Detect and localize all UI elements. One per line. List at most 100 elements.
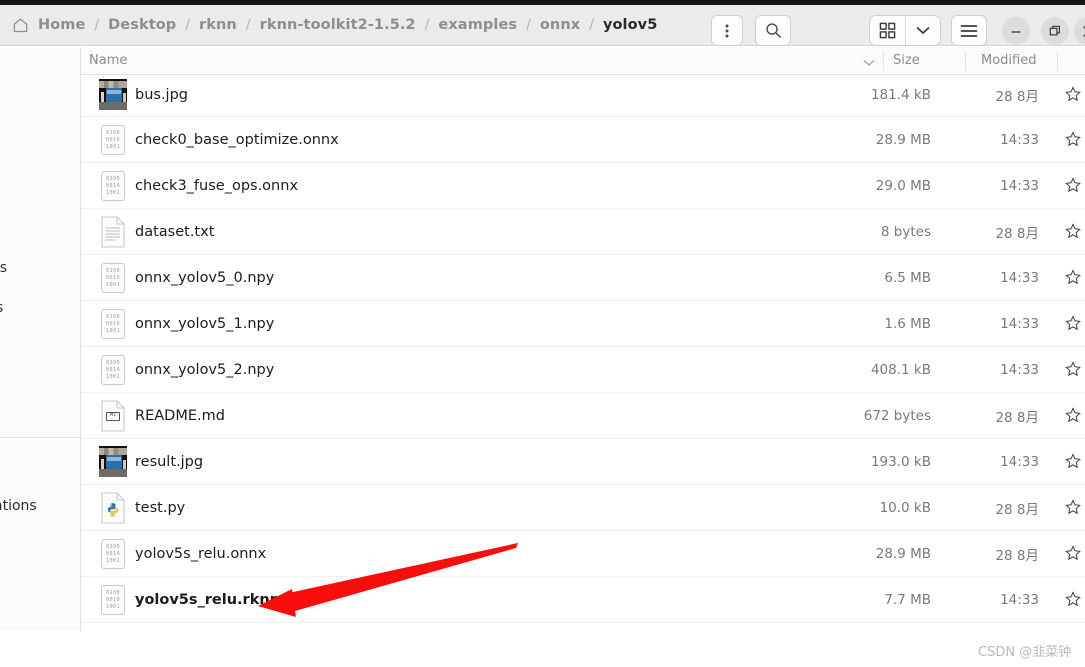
breadcrumb-item-home[interactable]: Home <box>34 15 89 35</box>
sidebar-item-label-partial-1[interactable]: rs <box>0 260 7 276</box>
breadcrumb: Home / Desktop / rknn / rknn-toolkit2-1.… <box>0 5 661 45</box>
header-bar: Home / Desktop / rknn / rknn-toolkit2-1.… <box>0 5 1085 46</box>
markdown-glyph: M↓ <box>106 411 120 421</box>
path-options-button[interactable] <box>711 15 743 46</box>
file-list[interactable]: bus.jpg 181.4 kB 28 8月 0100 0010 1001 chec… <box>81 75 1085 631</box>
minimize-button[interactable] <box>1002 17 1030 45</box>
file-name[interactable]: README.md <box>135 408 225 424</box>
table-row[interactable]: 0100 0010 1001 check3_fuse_ops.onnx 29.0 M… <box>81 163 1085 209</box>
table-row[interactable]: bus.jpg 181.4 kB 28 8月 <box>81 75 1085 117</box>
file-size: 1.6 MB <box>884 315 931 332</box>
breadcrumb-item-yolov5[interactable]: yolov5 <box>599 15 662 35</box>
breadcrumb-separator: / <box>245 17 251 33</box>
search-button[interactable] <box>755 15 791 46</box>
star-outline-icon[interactable] <box>1065 85 1083 104</box>
image-thumbnail-bus-icon <box>98 445 128 479</box>
breadcrumb-item-onnx[interactable]: onnx <box>536 15 584 35</box>
file-name[interactable]: onnx_yolov5_0.npy <box>135 270 274 286</box>
maximize-button[interactable] <box>1041 17 1069 45</box>
star-outline-icon[interactable] <box>1065 406 1083 425</box>
star-outline-icon[interactable] <box>1065 360 1083 379</box>
python-logo-glyph <box>108 502 119 517</box>
file-size: 29.0 MB <box>875 177 931 194</box>
column-header-name[interactable]: Name <box>89 53 127 68</box>
chevron-down-icon[interactable] <box>863 56 875 71</box>
file-modified: 14:33 <box>1000 361 1039 378</box>
breadcrumb-item-examples[interactable]: examples <box>434 15 521 35</box>
breadcrumb-item-desktop[interactable]: Desktop <box>104 15 180 35</box>
file-name[interactable]: onnx_yolov5_2.npy <box>135 362 274 378</box>
breadcrumb-item-rknn-toolkit2[interactable]: rknn-toolkit2-1.5.2 <box>256 15 420 35</box>
text-file-icon <box>98 215 128 249</box>
close-icon <box>1082 25 1085 37</box>
close-button[interactable] <box>1074 17 1085 45</box>
binary-file-icon: 0100 0010 1001 <box>98 261 128 295</box>
binary-file-icon: 0100 0010 1001 <box>98 123 128 157</box>
file-name[interactable]: test.py <box>135 500 185 516</box>
chevron-down-icon <box>916 27 930 34</box>
sidebar: rs s ations <box>0 47 81 667</box>
binary-file-icon: 0100 0010 1001 <box>98 353 128 387</box>
star-outline-icon[interactable] <box>1065 130 1083 149</box>
search-icon <box>765 23 781 38</box>
star-outline-icon[interactable] <box>1065 498 1083 517</box>
file-name[interactable]: yolov5s_relu.onnx <box>135 546 266 562</box>
view-mode-group <box>869 15 941 46</box>
star-outline-icon[interactable] <box>1065 452 1083 471</box>
column-header-modified[interactable]: Modified <box>981 53 1036 68</box>
star-outline-icon[interactable] <box>1065 268 1083 287</box>
column-header-row: Name Size Modified <box>81 47 1085 75</box>
image-thumbnail-bus-icon <box>98 78 128 112</box>
binary-file-icon: 0100 0010 1001 <box>98 169 128 203</box>
star-outline-icon[interactable] <box>1065 544 1083 563</box>
column-header-size[interactable]: Size <box>893 53 920 68</box>
file-modified: 14:33 <box>1000 591 1039 608</box>
table-row[interactable]: test.py 10.0 kB 28 8月 <box>81 485 1085 531</box>
file-size: 181.4 kB <box>870 86 931 103</box>
star-outline-icon[interactable] <box>1065 222 1083 241</box>
star-outline-icon[interactable] <box>1065 314 1083 333</box>
maximize-restore-icon <box>1049 25 1060 35</box>
table-row[interactable]: result.jpg 193.0 kB 14:33 <box>81 439 1085 485</box>
watermark-text: CSDN @韭菜钟 <box>978 645 1072 660</box>
sidebar-item-label-partial-2[interactable]: s <box>0 300 3 316</box>
view-options-dropdown[interactable] <box>906 16 941 45</box>
table-row[interactable]: 0100 0010 1001 onnx_yolov5_2.npy 408.1 kB … <box>81 347 1085 393</box>
file-name[interactable]: onnx_yolov5_1.npy <box>135 316 274 332</box>
file-modified: 14:33 <box>1000 453 1039 470</box>
table-row[interactable]: 0100 0010 1001 onnx_yolov5_0.npy 6.5 MB 14… <box>81 255 1085 301</box>
grid-view-button[interactable] <box>870 16 905 45</box>
markdown-file-icon: M↓ <box>98 399 128 433</box>
breadcrumb-separator: / <box>526 17 531 33</box>
file-name[interactable]: bus.jpg <box>135 87 188 103</box>
file-name[interactable]: yolov5s_relu.rknn <box>135 592 280 608</box>
breadcrumb-separator: / <box>185 17 191 33</box>
grid-view-icon <box>879 22 896 39</box>
main-menu-button[interactable] <box>951 15 987 46</box>
file-modified: 14:33 <box>1000 315 1039 332</box>
file-modified: 14:33 <box>1000 269 1039 286</box>
home-icon[interactable] <box>12 17 34 34</box>
binary-file-icon: 0100 0010 1001 <box>98 307 128 341</box>
table-row[interactable]: 0100 0010 1001 yolov5s_relu.rknn 7.7 MB 14… <box>81 577 1085 623</box>
binary-file-icon: 0100 0010 1001 <box>98 537 128 571</box>
table-row[interactable]: dataset.txt 8 bytes 28 8月 <box>81 209 1085 255</box>
table-row[interactable]: 0100 0010 1001 check0_base_optimize.onnx 2… <box>81 117 1085 163</box>
file-name[interactable]: result.jpg <box>135 454 203 470</box>
table-row[interactable]: 0100 0010 1001 onnx_yolov5_1.npy 1.6 MB 14… <box>81 301 1085 347</box>
star-outline-icon[interactable] <box>1065 590 1083 609</box>
file-name[interactable]: check3_fuse_ops.onnx <box>135 178 298 194</box>
file-size: 10.0 kB <box>879 499 931 516</box>
star-outline-icon[interactable] <box>1065 176 1083 195</box>
table-row[interactable]: M↓ README.md 672 bytes 28 8月 <box>81 393 1085 439</box>
file-name[interactable]: check0_base_optimize.onnx <box>135 132 339 148</box>
column-divider <box>883 51 884 71</box>
file-size: 8 bytes <box>880 223 931 240</box>
breadcrumb-item-rknn[interactable]: rknn <box>195 15 241 35</box>
table-row[interactable]: 0100 0010 1001 yolov5s_relu.onnx 28.9 MB 2… <box>81 531 1085 577</box>
file-modified: 28 8月 <box>995 225 1039 242</box>
file-modified: 14:33 <box>1000 177 1039 194</box>
sidebar-item-label-other-locations[interactable]: ations <box>0 498 37 514</box>
file-name[interactable]: dataset.txt <box>135 224 214 240</box>
minimize-icon <box>1011 31 1021 33</box>
